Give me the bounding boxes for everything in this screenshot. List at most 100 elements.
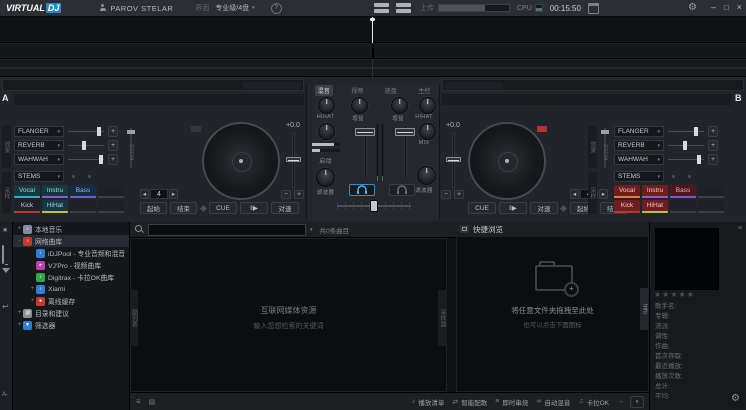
rhythm-waveform-panel[interactable] bbox=[0, 17, 746, 43]
left-strip-secondary-knob[interactable] bbox=[318, 123, 335, 140]
deck-b-zoom-slider[interactable]: ZOOM bbox=[600, 126, 610, 170]
deck-a-pitch-plus-button[interactable]: + bbox=[294, 190, 304, 199]
deck-a-cue-button[interactable]: CUE bbox=[209, 202, 237, 214]
deck-a-loop-in-button[interactable]: 起始 bbox=[140, 202, 167, 214]
deck-a-pitch-handle[interactable] bbox=[286, 157, 301, 162]
headphone-mix-knob[interactable] bbox=[419, 123, 436, 140]
deck-b-loop-half-button[interactable]: ◂ bbox=[570, 189, 579, 199]
more-options-chevron[interactable]: ▾ bbox=[630, 396, 644, 408]
footer-button[interactable]: ♪ 播放清单 bbox=[412, 397, 445, 407]
fx-add-button[interactable]: + bbox=[708, 140, 718, 151]
settings-gear-icon[interactable]: ⚙ bbox=[688, 3, 697, 13]
library-tree-item[interactable]: + ♪ Xiami bbox=[13, 283, 129, 295]
tree-expander[interactable]: - bbox=[16, 238, 23, 244]
stem-pad[interactable] bbox=[98, 185, 124, 198]
fx-amount-slider[interactable] bbox=[668, 126, 704, 137]
fx-select[interactable]: FLANGER▾ bbox=[14, 126, 64, 137]
zoom-slider-handle[interactable] bbox=[601, 130, 609, 134]
right-filter-knob[interactable] bbox=[417, 166, 436, 185]
fx-select[interactable]: REVERB▾ bbox=[614, 140, 664, 151]
footer-button[interactable]: ⇄ 智能配歌 bbox=[452, 397, 487, 407]
stem-pad[interactable] bbox=[670, 200, 696, 213]
calendar-icon[interactable] bbox=[588, 3, 599, 14]
deck-b-pitch-plus-button[interactable]: + bbox=[454, 190, 464, 199]
deck-b-cue-button[interactable]: CUE bbox=[468, 202, 496, 214]
stem-pad[interactable] bbox=[698, 185, 724, 198]
sidelist-collapsed-tab[interactable]: 副列表 bbox=[130, 290, 138, 346]
favorites-star-icon[interactable]: ★ bbox=[2, 226, 8, 234]
deck-a-loop-length[interactable]: 4 bbox=[150, 189, 168, 199]
stem-pad[interactable]: Kick bbox=[614, 200, 640, 213]
stem-pad[interactable]: HiHat bbox=[42, 200, 68, 213]
fx-add-button[interactable]: + bbox=[108, 126, 118, 137]
deck-a-play-button[interactable]: ‖▶ bbox=[240, 202, 268, 214]
help-icon[interactable]: ? bbox=[271, 3, 282, 14]
info-collapsed-tab[interactable]: Info bbox=[640, 288, 649, 330]
mixer-tab[interactable]: 主控 bbox=[415, 85, 433, 96]
album-art[interactable] bbox=[655, 228, 719, 290]
minimize-button[interactable]: – bbox=[711, 2, 716, 12]
font-size-tool[interactable]: A- bbox=[2, 392, 8, 398]
tree-expander[interactable]: + bbox=[29, 298, 36, 304]
library-tree-item[interactable]: ♪ Digitrax - 卡拉OK曲库 bbox=[13, 271, 129, 283]
stem-pad[interactable] bbox=[698, 200, 724, 213]
deck-b-stems-select[interactable]: STEMS▾ bbox=[614, 171, 664, 182]
tree-expander[interactable]: + bbox=[16, 226, 23, 232]
footer-button[interactable]: ♫ 卡拉OK bbox=[578, 397, 609, 407]
send-to-icon[interactable]: → bbox=[617, 398, 624, 405]
deck-a-loop-double-button[interactable]: ▸ bbox=[169, 189, 178, 199]
fx-add-button[interactable]: + bbox=[108, 154, 118, 165]
stem-pad[interactable]: HiHat bbox=[642, 200, 668, 213]
stem-pad[interactable]: Instru bbox=[42, 185, 68, 198]
library-tree-item[interactable]: - ♪ 网络曲库 bbox=[13, 235, 129, 247]
search-input[interactable] bbox=[148, 224, 306, 236]
deck-b-overview-lane[interactable] bbox=[442, 94, 732, 105]
stem-pad[interactable]: Vocal bbox=[614, 185, 640, 198]
deck-b-play-button[interactable]: ‖▶ bbox=[499, 202, 527, 214]
fx-amount-slider[interactable] bbox=[668, 140, 704, 151]
grid-view-icon[interactable]: ▤ bbox=[149, 398, 156, 406]
deck-b-loop-double-button[interactable]: ▸ bbox=[599, 189, 608, 199]
mixer-tab[interactable]: 视频 bbox=[348, 85, 366, 96]
deck-b-pads-section-tab[interactable]: 采样 bbox=[588, 172, 597, 214]
deck-b-title-bar[interactable] bbox=[442, 79, 744, 91]
channel1-fader-handle[interactable] bbox=[355, 128, 375, 136]
headphone-volume-knob[interactable] bbox=[419, 97, 436, 114]
master-knob[interactable] bbox=[318, 97, 335, 114]
close-button[interactable]: × bbox=[737, 2, 742, 12]
mic-mix-slider[interactable] bbox=[312, 149, 340, 152]
deck-a-stems-select[interactable]: STEMS▾ bbox=[14, 171, 64, 182]
list-menu-icon[interactable]: ≡ bbox=[136, 397, 141, 406]
deck-a-zoom-slider[interactable]: ZOOM bbox=[126, 126, 136, 170]
screen-view-icon[interactable] bbox=[2, 245, 4, 264]
filter-funnel-icon[interactable] bbox=[2, 268, 10, 273]
fx-amount-slider[interactable] bbox=[668, 154, 704, 165]
deck-b-sync-button[interactable]: 对速 bbox=[530, 202, 558, 214]
channel2-gain-knob[interactable] bbox=[391, 97, 408, 114]
sampler-collapsed-tab[interactable]: 采样器 bbox=[438, 290, 447, 346]
channel1-gain-knob[interactable] bbox=[351, 97, 368, 114]
fx-select[interactable]: WAHWAH▾ bbox=[14, 154, 64, 165]
rating-stars[interactable]: ★★★★★ bbox=[654, 290, 695, 299]
search-options-chevron-icon[interactable]: ▾ bbox=[310, 227, 313, 233]
zoom-slider-handle[interactable] bbox=[127, 130, 135, 134]
layout-select[interactable]: 专业级/4盘 bbox=[215, 3, 249, 13]
footer-button[interactable]: ∞ 自动混音 bbox=[536, 397, 570, 407]
library-tree-item[interactable]: ▸ VJ'Pro - 视频曲库 bbox=[13, 259, 129, 271]
fx-select[interactable]: FLANGER▾ bbox=[614, 126, 664, 137]
layout-two-rows-icon[interactable] bbox=[374, 3, 389, 13]
deck-a-title-bar[interactable] bbox=[2, 79, 304, 91]
deck-a-overview-lane[interactable] bbox=[14, 94, 304, 105]
channel2-fader-handle[interactable] bbox=[395, 128, 415, 136]
tree-expander[interactable]: + bbox=[16, 310, 23, 316]
crossfader-handle[interactable] bbox=[370, 200, 378, 212]
deck-a-jogwheel[interactable] bbox=[202, 122, 280, 200]
left-filter-knob[interactable] bbox=[316, 168, 335, 187]
tree-expander[interactable]: + bbox=[29, 286, 36, 292]
deck-a-pads-section-tab[interactable]: 采样 bbox=[2, 172, 11, 214]
deck-a-loop-half-button[interactable]: ◂ bbox=[140, 189, 149, 199]
stem-pad[interactable]: Bass bbox=[670, 185, 696, 198]
stem-pad[interactable]: Bass bbox=[70, 185, 96, 198]
deck-b-jogwheel[interactable] bbox=[468, 122, 546, 200]
deck-b-key-indicator[interactable] bbox=[537, 126, 547, 132]
